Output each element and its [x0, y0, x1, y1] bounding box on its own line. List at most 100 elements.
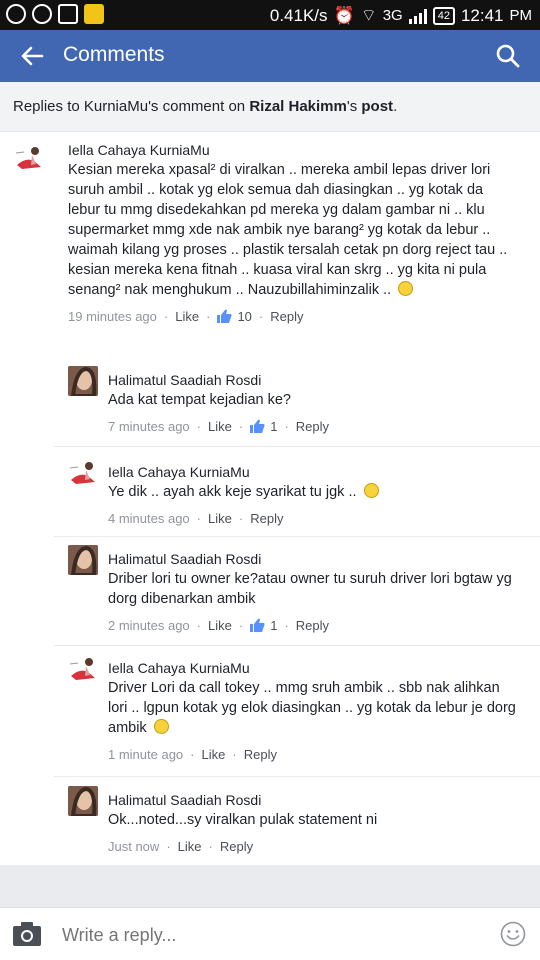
- avatar[interactable]: [68, 654, 98, 684]
- spacer: [0, 865, 540, 907]
- comment-time: 7 minutes ago: [108, 418, 190, 434]
- reply-button[interactable]: Reply: [296, 419, 329, 434]
- reply-input[interactable]: [62, 922, 482, 948]
- reply-button[interactable]: Reply: [296, 618, 329, 633]
- avatar[interactable]: [68, 545, 98, 575]
- reply-context: Replies to KurniaMu's comment on Rizal H…: [0, 82, 540, 132]
- avatar-image: [68, 654, 98, 684]
- comment-body: Halimatul Saadiah Rosdi Driber lori tu o…: [108, 549, 518, 635]
- status-bar-system: 0.41K/s ⏰ ⌔ 3G 42 12:41 PM: [270, 5, 532, 26]
- comment-text-content: Driver Lori da call tokey .. mmg sruh am…: [108, 680, 516, 736]
- separator-dot: ·: [284, 418, 289, 434]
- comment-text-content: Ye dik .. ayah akk keje syarikat tu jgk …: [108, 484, 357, 500]
- context-middle: 's: [346, 98, 362, 115]
- comment-text: Kesian mereka xpasal² di viralkan .. mer…: [68, 160, 518, 300]
- separator-dot: ·: [208, 838, 213, 854]
- clock: 12:41: [460, 5, 504, 25]
- comment-text: Driber lori tu owner ke?atau owner tu su…: [108, 571, 512, 607]
- back-arrow-icon[interactable]: [18, 42, 46, 70]
- comment-meta: 4 minutes ago · Like · Reply: [108, 508, 528, 528]
- avatar-image: [14, 143, 44, 173]
- like-count[interactable]: 1: [250, 618, 277, 633]
- like-count-value: 1: [270, 418, 278, 434]
- add-icon: [6, 4, 26, 24]
- comment-body: Halimatul Saadiah Rosdi Ada kat tempat k…: [108, 370, 528, 436]
- like-button[interactable]: Like: [208, 618, 232, 633]
- comment-author[interactable]: Halimatul Saadiah Rosdi: [108, 370, 528, 390]
- like-button[interactable]: Like: [175, 309, 199, 324]
- divider: [54, 446, 540, 447]
- like-count[interactable]: 1: [250, 419, 277, 434]
- separator-dot: ·: [258, 308, 264, 324]
- divider: [54, 776, 540, 777]
- avatar-image: [68, 786, 98, 816]
- clock-ampm: PM: [509, 7, 533, 24]
- comment-author[interactable]: Halimatul Saadiah Rosdi: [108, 549, 518, 569]
- reply-button[interactable]: Reply: [244, 747, 277, 762]
- separator-dot: ·: [166, 838, 171, 854]
- reply-button[interactable]: Reply: [270, 309, 303, 324]
- search-icon[interactable]: [494, 42, 522, 70]
- reply-button[interactable]: Reply: [250, 511, 283, 526]
- post-author-link[interactable]: Rizal Hakimm: [249, 98, 347, 115]
- comment-time: 19 minutes ago: [68, 308, 157, 324]
- comment-meta: 1 minute ago · Like · Reply: [108, 744, 518, 764]
- separator-dot: ·: [238, 418, 244, 434]
- separator-dot: ·: [206, 308, 211, 324]
- separator-dot: ·: [284, 617, 289, 633]
- comment-body: Iella Cahaya KurniaMu Kesian mereka xpas…: [68, 140, 518, 326]
- alarm-icon: ⏰: [333, 5, 355, 25]
- separator-dot: ·: [190, 746, 195, 762]
- avatar[interactable]: [68, 458, 98, 488]
- context-prefix: Replies to KurniaMu's comment on: [13, 98, 250, 115]
- wifi-icon: ⌔: [360, 6, 377, 25]
- app-bar: Comments: [0, 30, 540, 82]
- reply-button[interactable]: Reply: [220, 839, 253, 854]
- like-button[interactable]: Like: [178, 839, 202, 854]
- comment-text: Ye dik .. ayah akk keje syarikat tu jgk …: [108, 482, 528, 502]
- signal-icon: [408, 8, 427, 24]
- avatar[interactable]: [68, 786, 98, 816]
- comment-author[interactable]: Halimatul Saadiah Rosdi: [108, 790, 528, 810]
- smile-icon: [153, 719, 169, 734]
- comment-author[interactable]: Iella Cahaya KurniaMu: [68, 140, 518, 160]
- comment-meta: 2 minutes ago · Like · 1 · Reply: [108, 615, 518, 635]
- separator-dot: ·: [238, 510, 244, 526]
- emoji-icon[interactable]: [500, 921, 526, 947]
- comment-body: Iella Cahaya KurniaMu Driver Lori da cal…: [108, 658, 518, 764]
- separator-dot: ·: [196, 617, 202, 633]
- note-icon: [84, 4, 104, 24]
- like-count[interactable]: 10: [217, 309, 252, 324]
- like-button[interactable]: Like: [208, 511, 232, 526]
- comment-body: Halimatul Saadiah Rosdi Ok...noted...sy …: [108, 790, 528, 856]
- shield-icon: [58, 4, 78, 24]
- smile-icon: [363, 483, 379, 498]
- comment-time: 1 minute ago: [108, 746, 184, 762]
- comment-text: Driver Lori da call tokey .. mmg sruh am…: [108, 678, 518, 738]
- avatar-image: [68, 545, 98, 575]
- divider: [54, 536, 540, 537]
- context-suffix: .: [393, 98, 398, 115]
- separator-dot: ·: [196, 510, 202, 526]
- separator-dot: ·: [232, 746, 237, 762]
- network-type: 3G: [382, 7, 403, 24]
- comment-body: Iella Cahaya KurniaMu Ye dik .. ayah akk…: [108, 462, 528, 528]
- status-bar-notifications: [6, 4, 104, 24]
- comment-text: Ada kat tempat kejadian ke?: [108, 392, 291, 408]
- camera-icon[interactable]: [12, 921, 42, 947]
- like-button[interactable]: Like: [208, 419, 232, 434]
- page-title: Comments: [63, 43, 165, 66]
- avatar[interactable]: [14, 143, 44, 173]
- comment-author[interactable]: Iella Cahaya KurniaMu: [108, 658, 518, 678]
- post-link[interactable]: post: [361, 98, 393, 115]
- sad-face-icon: [398, 281, 414, 296]
- status-bar: 0.41K/s ⏰ ⌔ 3G 42 12:41 PM: [0, 0, 540, 30]
- network-speed: 0.41K/s: [269, 5, 328, 25]
- comment-text: Ok...noted...sy viralkan pulak statement…: [108, 812, 378, 828]
- avatar[interactable]: [68, 366, 98, 396]
- comment-meta: Just now · Like · Reply: [108, 836, 528, 856]
- like-count-value: 1: [270, 617, 278, 633]
- separator-dot: ·: [238, 617, 244, 633]
- like-button[interactable]: Like: [202, 747, 226, 762]
- comment-author[interactable]: Iella Cahaya KurniaMu: [108, 462, 528, 482]
